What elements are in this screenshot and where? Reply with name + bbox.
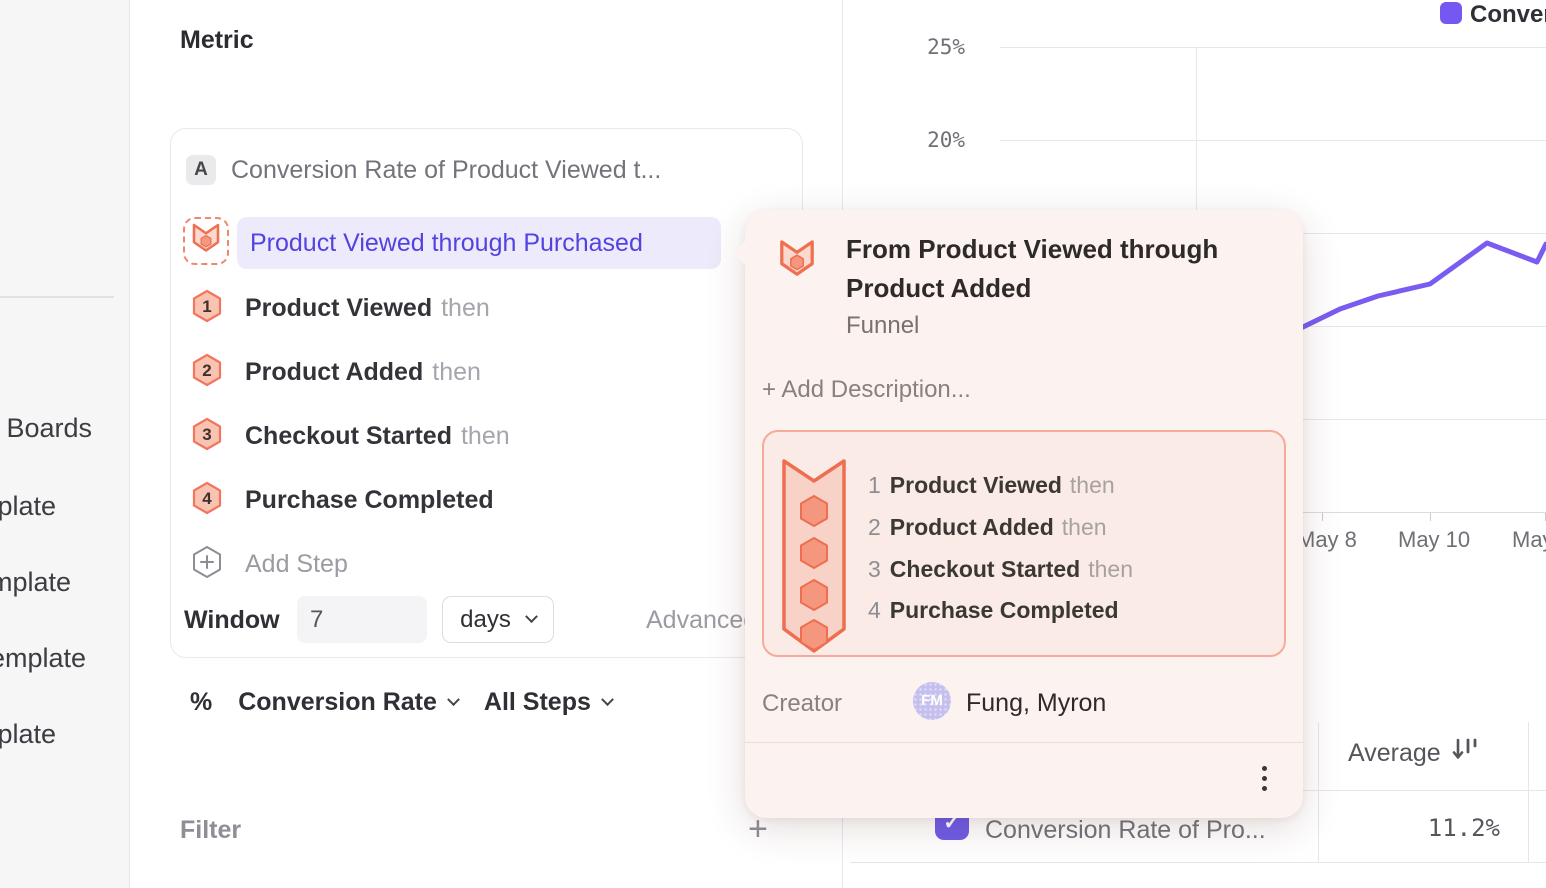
funnel-banner-icon xyxy=(780,457,848,662)
popover-arrow xyxy=(733,240,746,266)
popover-step-2: 2Product Addedthen xyxy=(868,512,1107,542)
popover-title: From Product Viewed through Product Adde… xyxy=(846,230,1286,308)
chevron-down-icon[interactable] xyxy=(601,693,614,706)
table-column-border xyxy=(1318,722,1319,862)
chevron-down-icon[interactable] xyxy=(447,693,460,706)
table-row-average-value: 11.2% xyxy=(1390,814,1500,842)
more-options-kebab-icon[interactable] xyxy=(1262,766,1267,791)
popover-step-1: 1Product Viewedthen xyxy=(868,470,1115,500)
window-value-input[interactable] xyxy=(297,596,427,643)
percent-symbol: % xyxy=(190,688,212,717)
table-row-border xyxy=(850,862,1546,863)
app-root: Boards plate mplate emplate plate Metric… xyxy=(0,0,1546,888)
measure-row: % Conversion Rate All Steps xyxy=(190,688,612,717)
popover-step-4: 4Purchase Completed xyxy=(868,595,1127,625)
sort-descending-icon xyxy=(1451,737,1479,770)
funnel-icon xyxy=(778,238,816,285)
creator-label: Creator xyxy=(762,690,842,718)
window-unit-select[interactable]: days xyxy=(442,596,554,643)
average-header-label: Average xyxy=(1348,739,1441,768)
creator-name: Fung, Myron xyxy=(966,689,1106,718)
measure-type-dropdown[interactable]: Conversion Rate xyxy=(238,688,437,717)
sidebar-item-template-3[interactable]: emplate xyxy=(0,643,86,674)
filter-section-heading: Filter xyxy=(180,816,241,845)
window-label: Window xyxy=(184,606,280,635)
average-column-header[interactable]: Average xyxy=(1348,737,1479,770)
window-unit-value: days xyxy=(460,606,511,634)
table-row-series-label: Conversion Rate of Pro... xyxy=(985,816,1266,845)
advanced-link[interactable]: Advanced xyxy=(646,606,757,635)
funnel-steps-card: 1Product Viewedthen 2Product Addedthen 3… xyxy=(762,430,1286,657)
table-column-border xyxy=(1528,722,1529,862)
popover-type-label: Funnel xyxy=(846,312,919,340)
funnel-details-popover: From Product Viewed through Product Adde… xyxy=(745,210,1303,818)
sidebar-item-template-4[interactable]: plate xyxy=(0,719,56,750)
popover-step-3: 3Checkout Startedthen xyxy=(868,554,1133,584)
popover-footer-divider xyxy=(745,742,1303,743)
add-description-button[interactable]: + Add Description... xyxy=(762,376,971,404)
steps-scope-dropdown[interactable]: All Steps xyxy=(484,688,591,717)
chevron-down-icon xyxy=(525,610,538,623)
creator-avatar: FM xyxy=(913,682,951,720)
sidebar-item-template-2[interactable]: mplate xyxy=(0,567,71,598)
